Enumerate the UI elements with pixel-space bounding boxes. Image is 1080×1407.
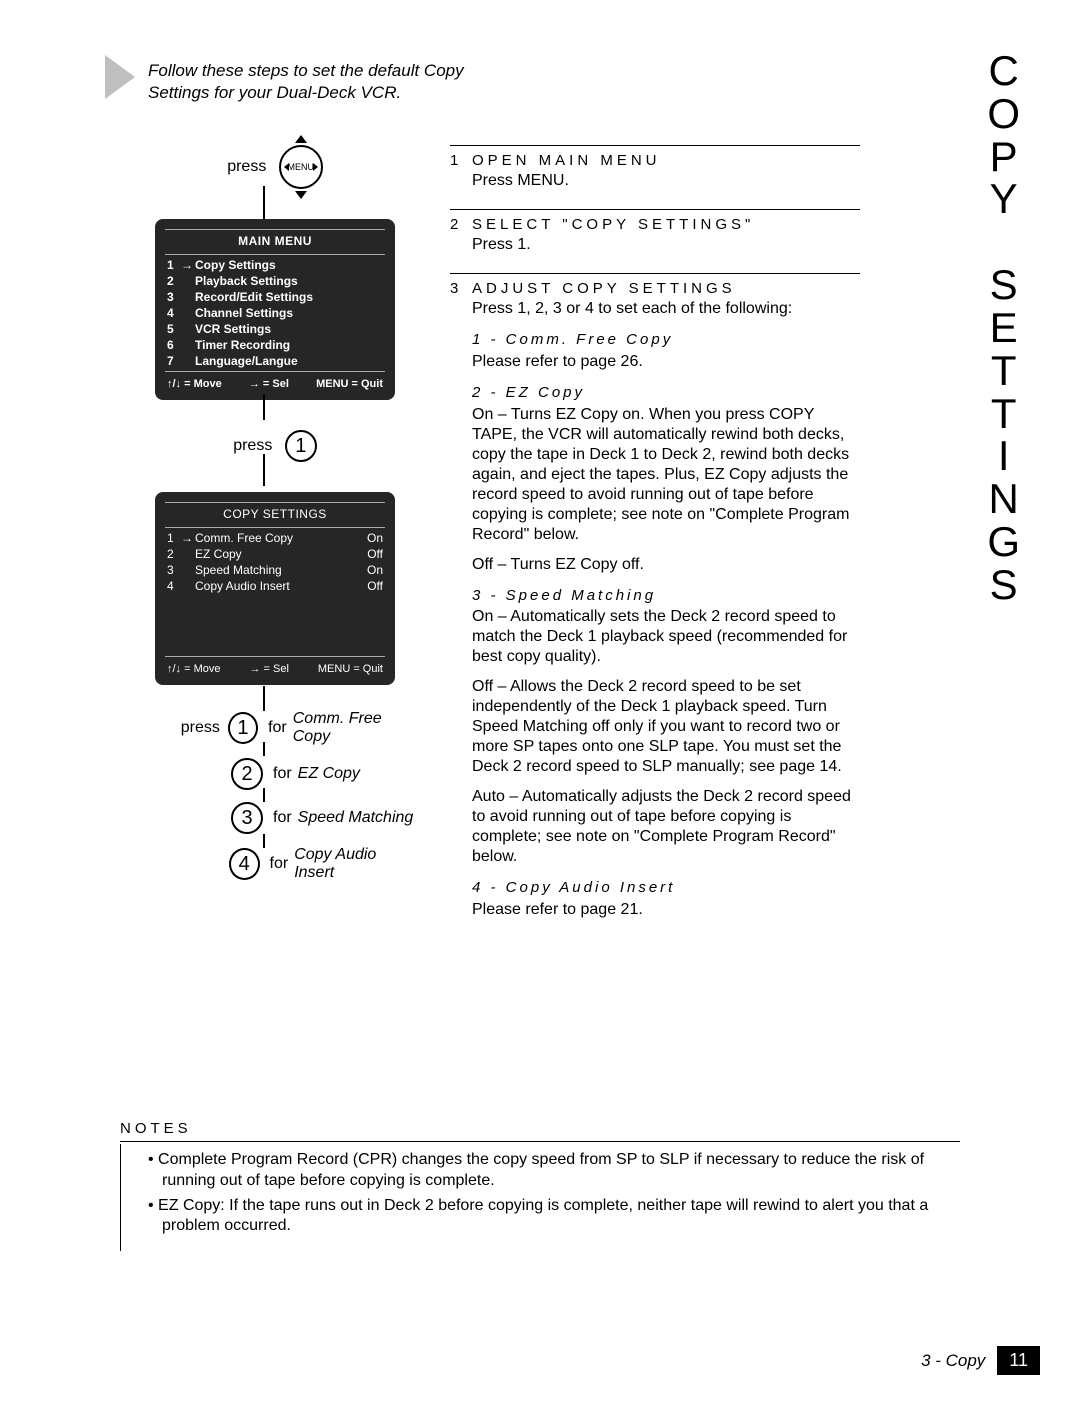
left-column: press MENU MAIN MENU 1→Copy Settings 2Pl…: [135, 130, 415, 894]
main-menu-rows: 1→Copy Settings 2Playback Settings 3Reco…: [155, 257, 395, 369]
connector-line: [263, 834, 265, 848]
main-menu-title: MAIN MENU: [155, 234, 395, 248]
notes-title: NOTES: [120, 1120, 960, 1137]
press-label: press: [227, 158, 266, 176]
menu-row: 1→Copy Settings: [155, 257, 395, 273]
menu-row: 4Channel Settings: [155, 305, 395, 321]
copy-settings-osd: COPY SETTINGS 1→Comm. Free CopyOn 2EZ Co…: [155, 492, 395, 685]
connector-line: [263, 788, 265, 802]
main-menu-footer: ↑/↓ = Move → = Sel MENU = Quit: [155, 374, 395, 392]
connector-line: [263, 394, 265, 420]
menu-row: 7Language/Langue: [155, 353, 395, 369]
side-title: COPY SETTINGS: [987, 50, 1040, 607]
arrow-left-icon: [284, 163, 289, 171]
menu-row: 4Copy Audio InsertOff: [155, 578, 395, 594]
footer-page-number: 11: [997, 1346, 1040, 1375]
main-menu-osd: MAIN MENU 1→Copy Settings 2Playback Sett…: [155, 219, 395, 400]
copy-menu-footer: ↑/↓ = Move → = Sel MENU = Quit: [155, 659, 395, 677]
arrow-down-icon: [295, 191, 307, 199]
connector-line: [263, 186, 265, 220]
arrow-up-icon: [295, 135, 307, 143]
number-1-button: 1: [285, 430, 317, 462]
menu-row: 6Timer Recording: [155, 337, 395, 353]
menu-row: 1→Comm. Free CopyOn: [155, 530, 395, 546]
press-1-row: press 1: [135, 430, 415, 462]
right-column: 1 OPEN MAIN MENU Press MENU. 2 SELECT "C…: [450, 145, 860, 938]
option-row: press 1 for Comm. Free Copy: [175, 710, 415, 746]
connector-line: [263, 686, 265, 711]
intro-text: Follow these steps to set the default Co…: [148, 60, 488, 104]
menu-row: 3Record/Edit Settings: [155, 289, 395, 305]
copy-menu-title: COPY SETTINGS: [155, 507, 395, 521]
menu-row: 2EZ CopyOff: [155, 546, 395, 562]
intro-arrow-icon: [105, 55, 135, 99]
notes-list: Complete Program Record (CPR) changes th…: [120, 1150, 960, 1237]
press-label: press: [233, 437, 272, 455]
notes-side-rule: [120, 1144, 121, 1251]
menu-row: 2Playback Settings: [155, 273, 395, 289]
number-button: 2: [231, 758, 263, 790]
page: COPY SETTINGS Follow these steps to set …: [0, 0, 1080, 1407]
option-row: press 4 for Copy Audio Insert: [175, 846, 415, 882]
option-rows: press 1 for Comm. Free Copy press 2 for …: [135, 710, 415, 882]
number-button: 4: [229, 848, 260, 880]
connector-line: [263, 454, 265, 486]
step-3: 3 ADJUST COPY SETTINGS Press 1, 2, 3 or …: [450, 273, 860, 920]
option-row: press 3 for Speed Matching: [175, 802, 415, 834]
menu-button: MENU: [279, 145, 323, 189]
arrow-right-icon: [313, 163, 318, 171]
option-row: press 2 for EZ Copy: [175, 758, 415, 790]
press-menu-row: press MENU: [135, 145, 415, 189]
number-button: 3: [231, 802, 263, 834]
footer-section: 3 - Copy: [921, 1351, 985, 1371]
connector-line: [263, 742, 265, 756]
menu-button-label: MENU: [288, 162, 315, 172]
menu-button-wrap: MENU: [279, 145, 323, 189]
notes-block: NOTES Complete Program Record (CPR) chan…: [120, 1120, 960, 1241]
number-button: 1: [228, 712, 258, 744]
note-item: EZ Copy: If the tape runs out in Deck 2 …: [140, 1196, 960, 1238]
menu-row: 3Speed MatchingOn: [155, 562, 395, 578]
copy-menu-rows: 1→Comm. Free CopyOn 2EZ CopyOff 3Speed M…: [155, 530, 395, 594]
note-item: Complete Program Record (CPR) changes th…: [140, 1150, 960, 1192]
menu-row: 5VCR Settings: [155, 321, 395, 337]
page-footer: 3 - Copy 11: [921, 1346, 1040, 1375]
step-1: 1 OPEN MAIN MENU Press MENU.: [450, 145, 860, 191]
step-2: 2 SELECT "COPY SETTINGS" Press 1.: [450, 209, 860, 255]
